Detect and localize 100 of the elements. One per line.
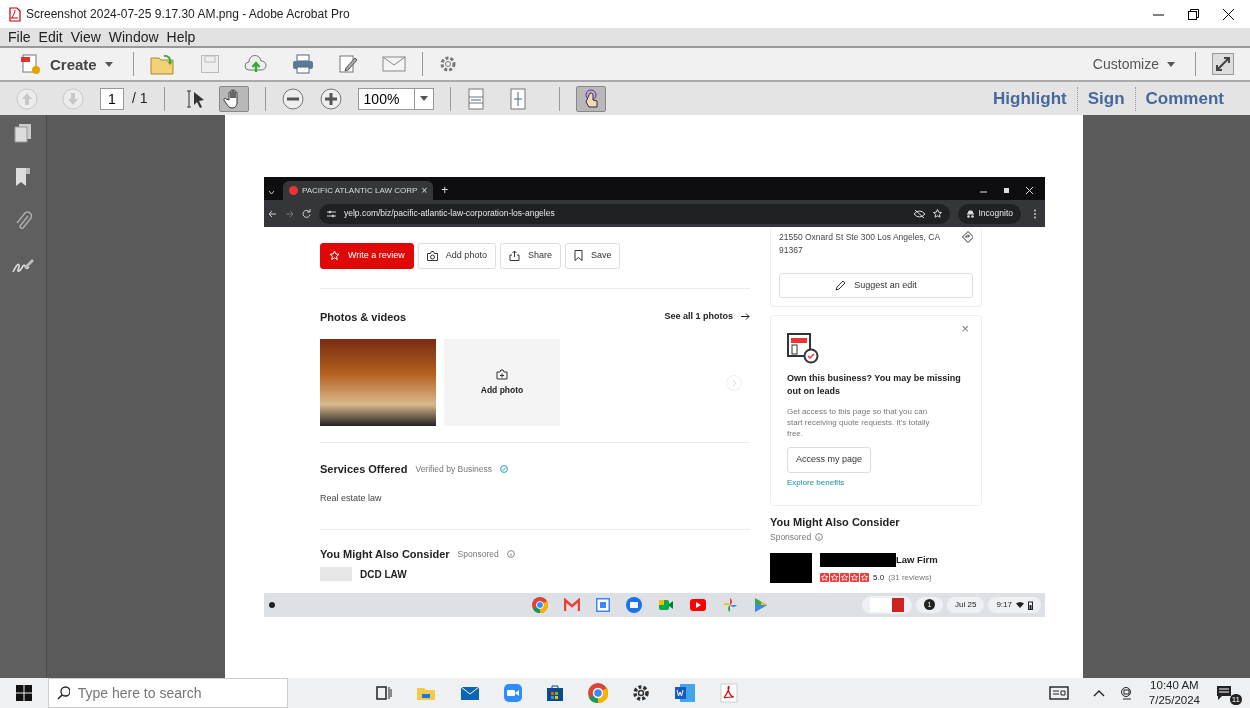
new-tab-button[interactable]: + — [441, 181, 449, 200]
windows-start-icon[interactable] — [16, 685, 32, 701]
video-play-icon[interactable] — [690, 599, 706, 611]
section-heading: Services Offered — [320, 462, 408, 477]
reload-icon[interactable] — [302, 209, 311, 218]
zoom-in-icon[interactable] — [319, 87, 342, 110]
access-page-button[interactable]: Access my page — [787, 447, 872, 473]
explore-benefits-link[interactable]: Explore benefits — [787, 476, 845, 489]
browser-icon[interactable] — [532, 597, 548, 613]
pdf-file-icon[interactable] — [720, 683, 738, 703]
bookmark-icon — [573, 250, 583, 262]
star-icon — [860, 573, 869, 582]
cloud-upload-icon[interactable] — [243, 54, 268, 74]
incognito-chip[interactable]: Incognito — [957, 203, 1021, 224]
news-widget-icon[interactable] — [1048, 686, 1069, 700]
business-name[interactable]: Law Firm — [896, 553, 938, 568]
close-button[interactable]: × — [961, 322, 969, 335]
chevron-down-icon[interactable] — [268, 189, 275, 196]
share-button[interactable]: Share — [499, 243, 561, 269]
arrow-right-icon — [741, 313, 750, 321]
browser-tab[interactable]: PACIFIC ATLANTIC LAW CORP × — [283, 181, 434, 200]
pages-icon[interactable] — [14, 123, 32, 143]
search-input[interactable]: Type here to search — [77, 682, 279, 704]
window-title: Screenshot 2024-07-25 9.17.30 AM.png - Adobe Acrobat Pro — [26, 6, 350, 23]
launcher-icon[interactable] — [268, 601, 276, 609]
task-pane-link[interactable]: Highlight — [983, 85, 1077, 112]
chevron-up-icon[interactable] — [1092, 689, 1105, 697]
storefront-check-icon — [787, 332, 819, 364]
star-icon[interactable] — [932, 209, 942, 218]
word-document-icon[interactable] — [674, 683, 696, 703]
close-icon[interactable] — [1223, 8, 1234, 20]
video-call-icon[interactable] — [658, 598, 674, 612]
open-folder-icon[interactable] — [149, 53, 176, 75]
taskbar-search-field[interactable]: Type here to search — [48, 678, 288, 708]
fit-width-icon[interactable] — [466, 87, 485, 110]
forward-icon[interactable] — [285, 209, 294, 218]
expand-icon[interactable] — [1212, 53, 1234, 75]
zoom-out-icon[interactable] — [281, 87, 304, 110]
menu-item[interactable]: Help — [166, 28, 196, 46]
zoom-input[interactable]: 100% — [357, 87, 414, 110]
share-icon — [508, 250, 520, 262]
add-photo-button[interactable]: Add photo — [417, 243, 496, 269]
info-icon — [815, 532, 824, 541]
menu-item[interactable]: Window — [108, 28, 159, 46]
back-icon[interactable] — [268, 209, 277, 218]
write-review-button[interactable]: Write a review — [320, 243, 414, 269]
envelope-icon[interactable] — [460, 685, 480, 701]
task-pane-link[interactable]: Sign — [1077, 85, 1135, 112]
zoom-field[interactable]: 100% — [357, 87, 434, 110]
holding-space-tray[interactable] — [862, 596, 913, 614]
see-all-photos-link[interactable]: See all 1 photos — [664, 310, 750, 324]
menu-item[interactable]: File — [8, 28, 31, 46]
info-icon — [506, 550, 515, 559]
shopping-bag-icon[interactable] — [546, 684, 564, 702]
mail-icon[interactable] — [564, 598, 580, 612]
camera-icon — [426, 250, 438, 261]
touch-mode-button[interactable] — [575, 85, 606, 112]
bookmark-icon[interactable] — [14, 167, 32, 187]
settings-icon[interactable] — [438, 55, 457, 73]
signature-icon[interactable] — [12, 257, 34, 275]
restore-icon[interactable] — [1188, 8, 1199, 20]
page-total: / 1 — [132, 89, 148, 108]
photo-placeholder[interactable] — [320, 339, 436, 426]
gear-icon[interactable] — [632, 684, 650, 702]
suggest-edit-button[interactable]: Suggest an edit — [779, 272, 973, 298]
battery-icon — [1028, 600, 1033, 610]
directions-icon[interactable] — [962, 231, 973, 243]
page-number-field[interactable]: 1 — [100, 87, 124, 110]
rating-value: 5.0 — [873, 571, 885, 584]
task-view-icon[interactable] — [376, 685, 392, 701]
hand-tool[interactable] — [218, 85, 249, 112]
more-menu-icon[interactable] — [1033, 208, 1037, 219]
clock-date[interactable]: 7/25/2024 — [1148, 693, 1200, 708]
date-label[interactable]: Jul 25 — [947, 597, 985, 613]
tab-close-button[interactable]: × — [421, 183, 428, 198]
address-bar[interactable]: yelp.com/biz/pacific-atlantic-law-corporation-los-angeles — [319, 203, 950, 224]
customize-button[interactable]: Customize — [1088, 55, 1179, 73]
print-icon[interactable] — [291, 54, 314, 74]
clock-time[interactable]: 10:40 AM — [1150, 678, 1199, 693]
menu-item[interactable]: View — [70, 28, 101, 46]
status-tray[interactable]: 9:17 — [988, 597, 1041, 613]
wifi-icon — [1016, 602, 1024, 608]
add-photo-tile[interactable]: Add photo — [444, 339, 560, 426]
menu-item[interactable]: Edit — [38, 28, 63, 46]
verified-check-icon — [500, 465, 508, 474]
save-button[interactable]: Save — [564, 243, 621, 269]
section-heading: You Might Also Consider — [320, 547, 450, 562]
pinwheel-icon[interactable] — [722, 597, 738, 613]
verified-label: Verified by Business — [415, 462, 492, 476]
edit-document-icon[interactable] — [337, 54, 358, 74]
business-name[interactable]: DCD LAW — [360, 566, 407, 582]
triangle-play-icon[interactable] — [754, 597, 768, 613]
review-count: (31 reviews) — [888, 571, 932, 584]
notification-center-button[interactable]: 11 — [1216, 681, 1242, 705]
restore-icon[interactable] — [1003, 187, 1010, 194]
browser-icon[interactable] — [588, 683, 608, 703]
incognito-icon — [965, 209, 975, 218]
create-button[interactable]: Create — [16, 51, 117, 77]
task-pane-link[interactable]: Comment — [1135, 85, 1234, 112]
video-camera-icon[interactable] — [504, 684, 522, 702]
